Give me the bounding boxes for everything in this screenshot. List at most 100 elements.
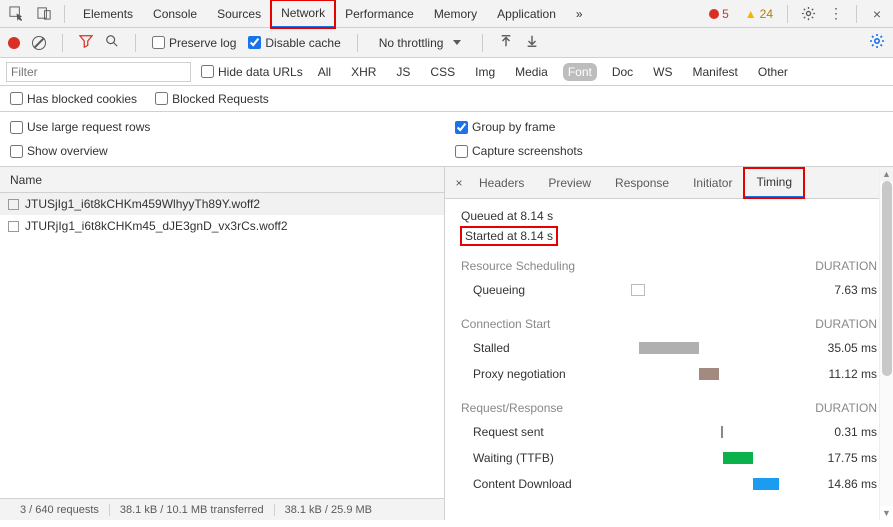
separator: [64, 5, 65, 23]
tab-elements[interactable]: Elements: [73, 1, 143, 27]
timing-section-title: Request/Response: [461, 401, 563, 415]
inspect-icon[interactable]: [4, 2, 28, 26]
timing-row-label: Queueing: [461, 283, 631, 297]
filter-toggle-icon[interactable]: [79, 34, 93, 51]
filter-type-img[interactable]: Img: [470, 63, 500, 81]
status-resources: 38.1 kB / 25.9 MB: [275, 504, 382, 516]
throttling-select[interactable]: No throttling: [374, 33, 467, 53]
timing-row-value: 17.75 ms: [797, 451, 877, 465]
timing-row-label: Waiting (TTFB): [461, 451, 631, 465]
request-name: JTUSjIg1_i6t8kCHKm459WlhyyTh89Y.woff2: [25, 197, 260, 211]
tab-network[interactable]: Network: [271, 0, 335, 28]
detail-tab-response[interactable]: Response: [603, 169, 681, 197]
tab-application[interactable]: Application: [487, 1, 566, 27]
separator: [482, 34, 483, 52]
error-icon: [709, 9, 719, 19]
timing-row: Request sent0.31 ms: [461, 419, 877, 445]
large-rows-checkbox[interactable]: Use large request rows: [10, 120, 435, 134]
group-by-frame-checkbox[interactable]: Group by frame: [455, 120, 583, 134]
timing-bar: [631, 284, 645, 296]
gear-icon[interactable]: [796, 2, 820, 26]
detail-tab-timing[interactable]: Timing: [744, 168, 804, 198]
timing-row-value: 35.05 ms: [797, 341, 877, 355]
preserve-log-checkbox[interactable]: Preserve log: [152, 36, 236, 50]
duration-header: DURATION: [815, 317, 877, 331]
duration-header: DURATION: [815, 401, 877, 415]
request-name: JTURjIg1_i6t8kCHKm45_dJE3gnD_vx3rCs.woff…: [25, 219, 288, 233]
device-toggle-icon[interactable]: [32, 2, 56, 26]
blocked-requests-label: Blocked Requests: [172, 92, 269, 106]
download-har-icon[interactable]: [525, 34, 539, 51]
warning-count[interactable]: ▲ 24: [739, 7, 779, 21]
detail-tab-headers[interactable]: Headers: [467, 169, 536, 197]
preserve-log-label: Preserve log: [169, 36, 236, 50]
table-row[interactable]: JTURjIg1_i6t8kCHKm45_dJE3gnD_vx3rCs.woff…: [0, 215, 444, 237]
scroll-up-icon[interactable]: ▲: [882, 167, 891, 181]
file-icon: [8, 221, 19, 232]
has-blocked-cookies-label: Has blocked cookies: [27, 92, 137, 106]
timing-bar: [723, 452, 753, 464]
timing-row-label: Proxy negotiation: [461, 367, 631, 381]
vertical-scrollbar[interactable]: ▲ ▼: [879, 167, 893, 520]
panel-tabs: Elements Console Sources Network Perform…: [73, 0, 699, 28]
filter-type-xhr[interactable]: XHR: [346, 63, 381, 81]
hide-data-urls-checkbox[interactable]: Hide data URLs: [201, 65, 303, 79]
close-icon[interactable]: ×: [865, 2, 889, 26]
filter-type-doc[interactable]: Doc: [607, 63, 638, 81]
detail-tab-preview[interactable]: Preview: [536, 169, 603, 197]
timing-section-title: Resource Scheduling: [461, 259, 575, 273]
scroll-down-icon[interactable]: ▼: [882, 506, 891, 520]
separator: [62, 34, 63, 52]
queued-at-label: Queued at 8.14 s: [461, 209, 877, 223]
file-icon: [8, 199, 19, 210]
timing-row-value: 0.31 ms: [797, 425, 877, 439]
has-blocked-cookies-checkbox[interactable]: Has blocked cookies: [10, 92, 137, 106]
disable-cache-checkbox[interactable]: Disable cache: [248, 36, 340, 50]
filter-type-css[interactable]: CSS: [425, 63, 460, 81]
filter-type-manifest[interactable]: Manifest: [688, 63, 743, 81]
timing-row: Stalled35.05 ms: [461, 335, 877, 361]
timing-row-value: 14.86 ms: [797, 477, 877, 491]
timing-bar: [699, 368, 719, 380]
error-count[interactable]: 5: [703, 7, 735, 21]
clear-button[interactable]: [32, 36, 46, 50]
capture-screenshots-checkbox[interactable]: Capture screenshots: [455, 144, 583, 158]
tab-console[interactable]: Console: [143, 1, 207, 27]
blocked-requests-checkbox[interactable]: Blocked Requests: [155, 92, 269, 106]
hide-data-urls-label: Hide data URLs: [218, 65, 303, 79]
search-icon[interactable]: [105, 34, 119, 51]
detail-tab-initiator[interactable]: Initiator: [681, 169, 744, 197]
filter-type-font[interactable]: Font: [563, 63, 597, 81]
table-row[interactable]: JTUSjIg1_i6t8kCHKm459WlhyyTh89Y.woff2: [0, 193, 444, 215]
started-at-label: Started at 8.14 s: [461, 227, 557, 245]
scroll-thumb[interactable]: [882, 181, 892, 376]
filter-type-other[interactable]: Other: [753, 63, 793, 81]
filter-type-media[interactable]: Media: [510, 63, 553, 81]
filter-input[interactable]: [6, 62, 191, 82]
kebab-icon[interactable]: ⋮: [824, 2, 848, 26]
filter-type-ws[interactable]: WS: [648, 63, 677, 81]
show-overview-checkbox[interactable]: Show overview: [10, 144, 435, 158]
timing-bar: [721, 426, 723, 438]
show-overview-label: Show overview: [27, 144, 108, 158]
separator: [135, 34, 136, 52]
timing-bar: [639, 342, 699, 354]
timing-row-label: Content Download: [461, 477, 631, 491]
timing-row: Content Download 14.86 ms: [461, 471, 877, 497]
column-header-name[interactable]: Name: [0, 167, 444, 193]
timing-section-title: Connection Start: [461, 317, 550, 331]
upload-har-icon[interactable]: [499, 34, 513, 51]
timing-row: Proxy negotiation11.12 ms: [461, 361, 877, 387]
tab-performance[interactable]: Performance: [335, 1, 424, 27]
timing-row: Waiting (TTFB) 17.75 ms: [461, 445, 877, 471]
filter-type-all[interactable]: All: [313, 63, 336, 81]
record-button[interactable]: [8, 37, 20, 49]
tab-sources[interactable]: Sources: [207, 1, 271, 27]
tab-memory[interactable]: Memory: [424, 1, 487, 27]
timing-row-value: 7.63 ms: [797, 283, 877, 297]
tabs-overflow[interactable]: »: [566, 1, 593, 27]
filter-type-js[interactable]: JS: [391, 63, 415, 81]
separator: [787, 5, 788, 23]
settings-gear-icon[interactable]: [869, 33, 885, 52]
close-details-icon[interactable]: ×: [451, 176, 467, 190]
